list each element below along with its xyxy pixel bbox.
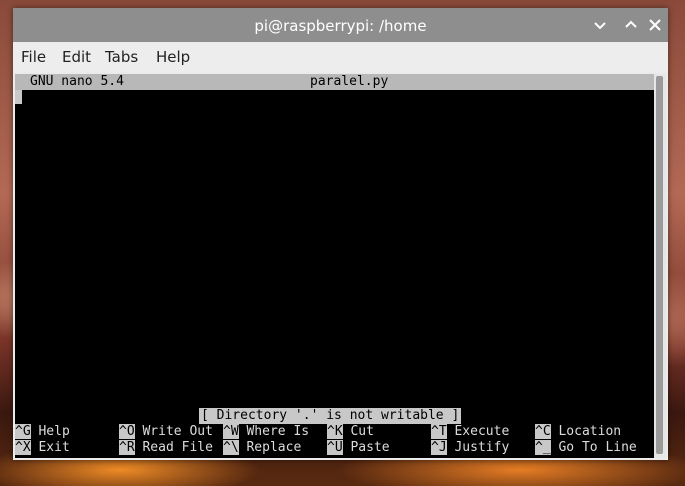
terminal-window: pi@raspberrypi: /home File Edit Tabs Hel…: [13, 8, 668, 460]
shortcut-write-out: ^O Write Out: [119, 424, 213, 439]
shortcut-where-is: ^W Where Is: [223, 424, 310, 439]
shortcut-help: ^G Help: [15, 424, 70, 439]
nano-header: GNU nano 5.4 paralel.py: [15, 74, 654, 90]
terminal-area[interactable]: GNU nano 5.4 paralel.py [ Directory '.' …: [15, 74, 654, 458]
menu-help[interactable]: Help: [156, 48, 190, 66]
shortcut-replace: ^\ Replace: [223, 440, 302, 455]
shortcut-exit: ^X Exit: [15, 440, 70, 455]
shortcut-paste: ^U Paste: [327, 440, 390, 455]
close-icon[interactable]: [646, 16, 664, 34]
shortcut-cut: ^K Cut: [327, 424, 374, 439]
shortcut-execute: ^T Execute: [431, 424, 510, 439]
scrollbar-thumb[interactable]: [656, 76, 663, 454]
menu-bar: File Edit Tabs Help: [13, 42, 668, 72]
text-cursor: [15, 90, 22, 104]
menu-edit[interactable]: Edit: [62, 48, 91, 66]
nano-version: GNU nano 5.4: [30, 74, 124, 89]
maximize-icon[interactable]: [622, 16, 640, 34]
shortcut-justify: ^J Justify: [431, 440, 510, 455]
shortcut-go-to-line: ^_ Go To Line: [535, 440, 637, 455]
vertical-scrollbar[interactable]: [654, 74, 666, 458]
status-message: [ Directory '.' is not writable ]: [199, 408, 462, 424]
window-title: pi@raspberrypi: /home: [254, 17, 427, 35]
shortcut-location: ^C Location: [535, 424, 622, 439]
menu-file[interactable]: File: [21, 48, 46, 66]
nano-filename: paralel.py: [310, 74, 389, 89]
chevron-down-icon[interactable]: [591, 16, 609, 34]
shortcut-read-file: ^R Read File: [119, 440, 213, 455]
title-bar[interactable]: pi@raspberrypi: /home: [13, 8, 668, 42]
menu-tabs[interactable]: Tabs: [105, 48, 138, 66]
